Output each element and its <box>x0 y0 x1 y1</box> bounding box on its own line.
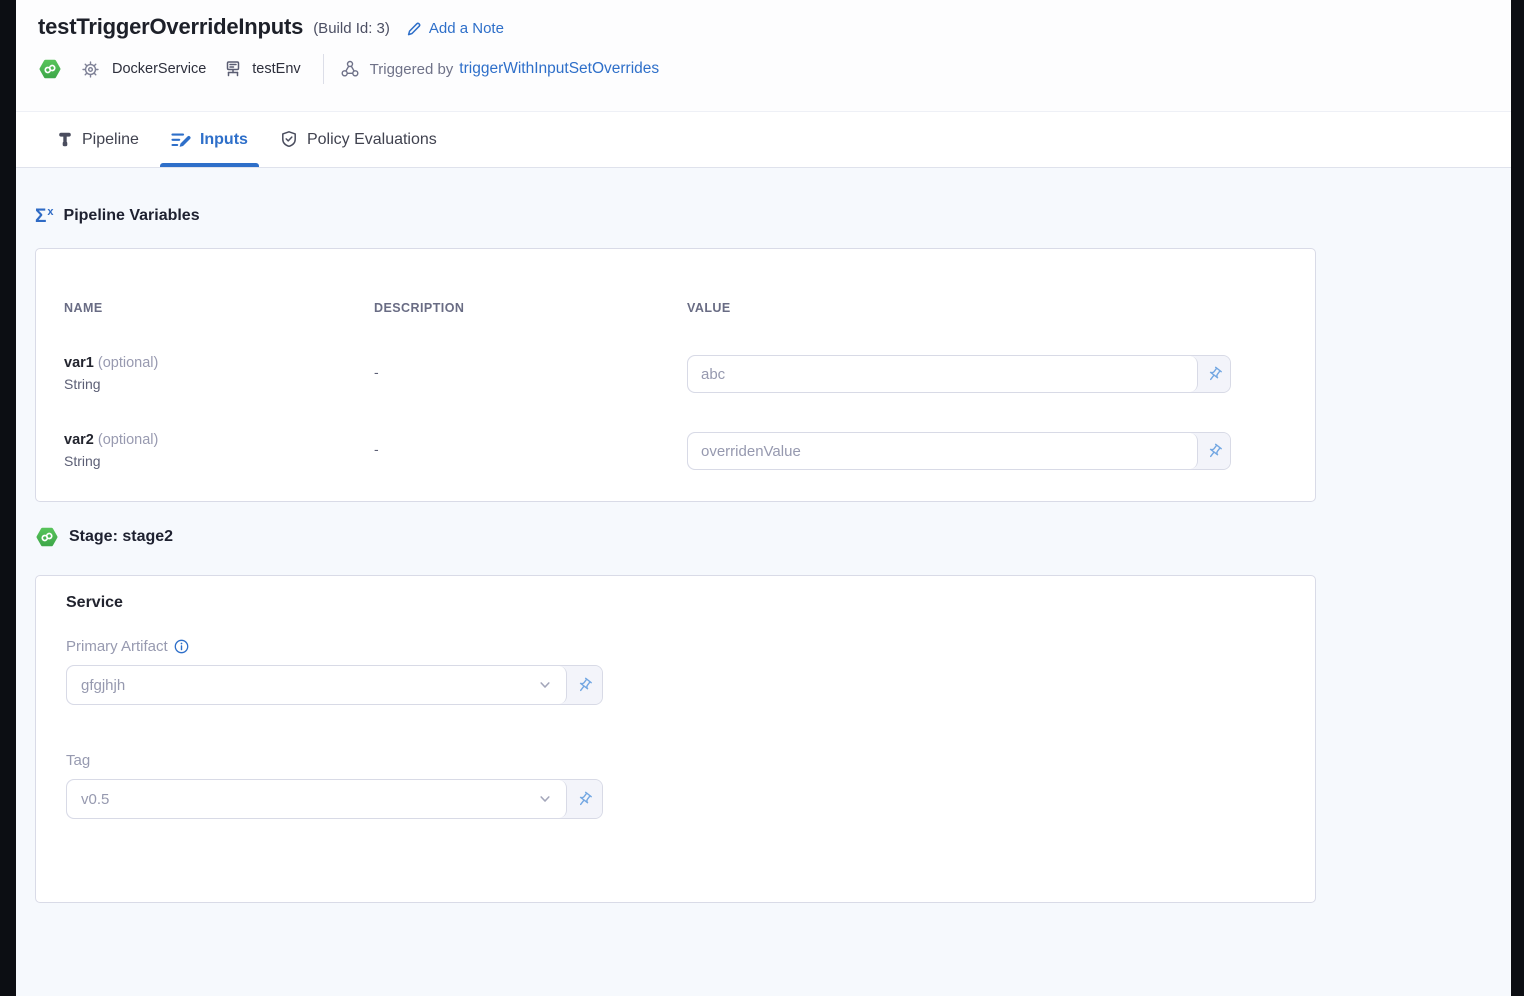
add-note-label: Add a Note <box>429 20 504 37</box>
pipeline-variables-heading: Σx Pipeline Variables <box>35 204 1492 228</box>
pin-icon <box>1206 443 1223 460</box>
harness-cd-stage-icon <box>35 525 59 549</box>
gear-icon <box>80 59 101 80</box>
primary-artifact-group: gfgjhjh <box>66 665 603 705</box>
pin-icon <box>576 791 593 808</box>
variable-type: String <box>64 376 374 392</box>
service-name: DockerService <box>112 61 206 77</box>
column-header-description: DESCRIPTION <box>374 301 687 315</box>
pin-icon <box>1206 366 1223 383</box>
variable-row: var1 (optional) String - <box>64 355 1287 393</box>
inputs-tab-content: Σx Pipeline Variables NAME DESCRIPTION V… <box>16 168 1511 903</box>
divider <box>323 54 324 84</box>
pencil-icon <box>406 21 422 37</box>
chevron-down-icon <box>538 792 552 806</box>
pin-button[interactable] <box>1198 356 1230 392</box>
primary-artifact-label: Primary Artifact <box>66 638 168 655</box>
service-card: Service Primary Artifact gfgjhjh <box>35 575 1316 903</box>
environment-name: testEnv <box>252 61 300 77</box>
page-title: testTriggerOverrideInputs <box>38 14 303 40</box>
pin-button[interactable] <box>1198 433 1230 469</box>
column-header-value: VALUE <box>687 301 1287 315</box>
pipeline-variables-card: NAME DESCRIPTION VALUE var1 (optional) S… <box>35 248 1316 502</box>
tab-inputs[interactable]: Inputs <box>160 112 259 167</box>
variables-table-header: NAME DESCRIPTION VALUE <box>64 301 1287 315</box>
stage-title: Stage: stage2 <box>69 528 173 546</box>
tab-pipeline[interactable]: Pipeline <box>46 112 150 167</box>
optional-label: (optional) <box>98 355 158 371</box>
tag-group: v0.5 <box>66 779 603 819</box>
tag-label: Tag <box>66 752 90 769</box>
tag-select[interactable]: v0.5 <box>67 780 567 818</box>
variable-value-input[interactable] <box>688 356 1198 392</box>
primary-artifact-label-row: Primary Artifact <box>66 638 1285 655</box>
info-icon[interactable] <box>174 639 189 654</box>
tag-value: v0.5 <box>81 791 109 808</box>
stage-heading: Stage: stage2 <box>35 525 1492 549</box>
section-title: Pipeline Variables <box>64 207 200 225</box>
primary-artifact-value: gfgjhjh <box>81 677 125 694</box>
title-row: testTriggerOverrideInputs (Build Id: 3) … <box>38 14 1489 40</box>
variable-name: var1 <box>64 355 94 371</box>
column-header-name: NAME <box>64 301 374 315</box>
variable-name: var2 <box>64 432 94 448</box>
add-note-button[interactable]: Add a Note <box>406 20 504 37</box>
variable-value-input[interactable] <box>688 433 1198 469</box>
harness-cd-module-icon <box>38 57 62 81</box>
pin-button[interactable] <box>567 780 602 818</box>
triggered-by-label: Triggered by <box>370 61 454 78</box>
variable-name-cell: var2 (optional) String <box>64 432 374 469</box>
shield-check-icon <box>280 130 298 149</box>
pin-icon <box>576 677 593 694</box>
variable-type: String <box>64 453 374 469</box>
variable-name-cell: var1 (optional) String <box>64 355 374 392</box>
tab-label: Policy Evaluations <box>307 131 437 149</box>
app-window: testTriggerOverrideInputs (Build Id: 3) … <box>16 0 1511 996</box>
variable-value-group <box>687 355 1231 393</box>
variable-description: - <box>374 355 687 380</box>
variable-value-group <box>687 432 1231 470</box>
build-id-label: (Build Id: 3) <box>313 20 390 37</box>
tab-policy-evaluations[interactable]: Policy Evaluations <box>269 112 448 167</box>
sigma-x-icon: Σx <box>35 207 54 226</box>
chevron-down-icon <box>538 678 552 692</box>
inputs-edit-icon <box>171 131 191 149</box>
tab-label: Pipeline <box>82 131 139 149</box>
pin-button[interactable] <box>567 666 602 704</box>
pipeline-icon <box>57 131 73 148</box>
optional-label: (optional) <box>98 432 158 448</box>
primary-artifact-select[interactable]: gfgjhjh <box>67 666 567 704</box>
execution-header: testTriggerOverrideInputs (Build Id: 3) … <box>16 0 1511 112</box>
service-section-title: Service <box>66 594 1285 612</box>
variable-row: var2 (optional) String - <box>64 432 1287 470</box>
environment-icon <box>223 59 243 79</box>
meta-row: DockerService testEnv <box>38 55 1489 83</box>
tag-label-row: Tag <box>66 752 1285 769</box>
variable-description: - <box>374 432 687 457</box>
tab-label: Inputs <box>200 131 248 149</box>
tab-bar: Pipeline Inputs <box>16 112 1511 168</box>
trigger-link[interactable]: triggerWithInputSetOverrides <box>459 60 659 78</box>
webhook-trigger-icon <box>340 59 360 79</box>
